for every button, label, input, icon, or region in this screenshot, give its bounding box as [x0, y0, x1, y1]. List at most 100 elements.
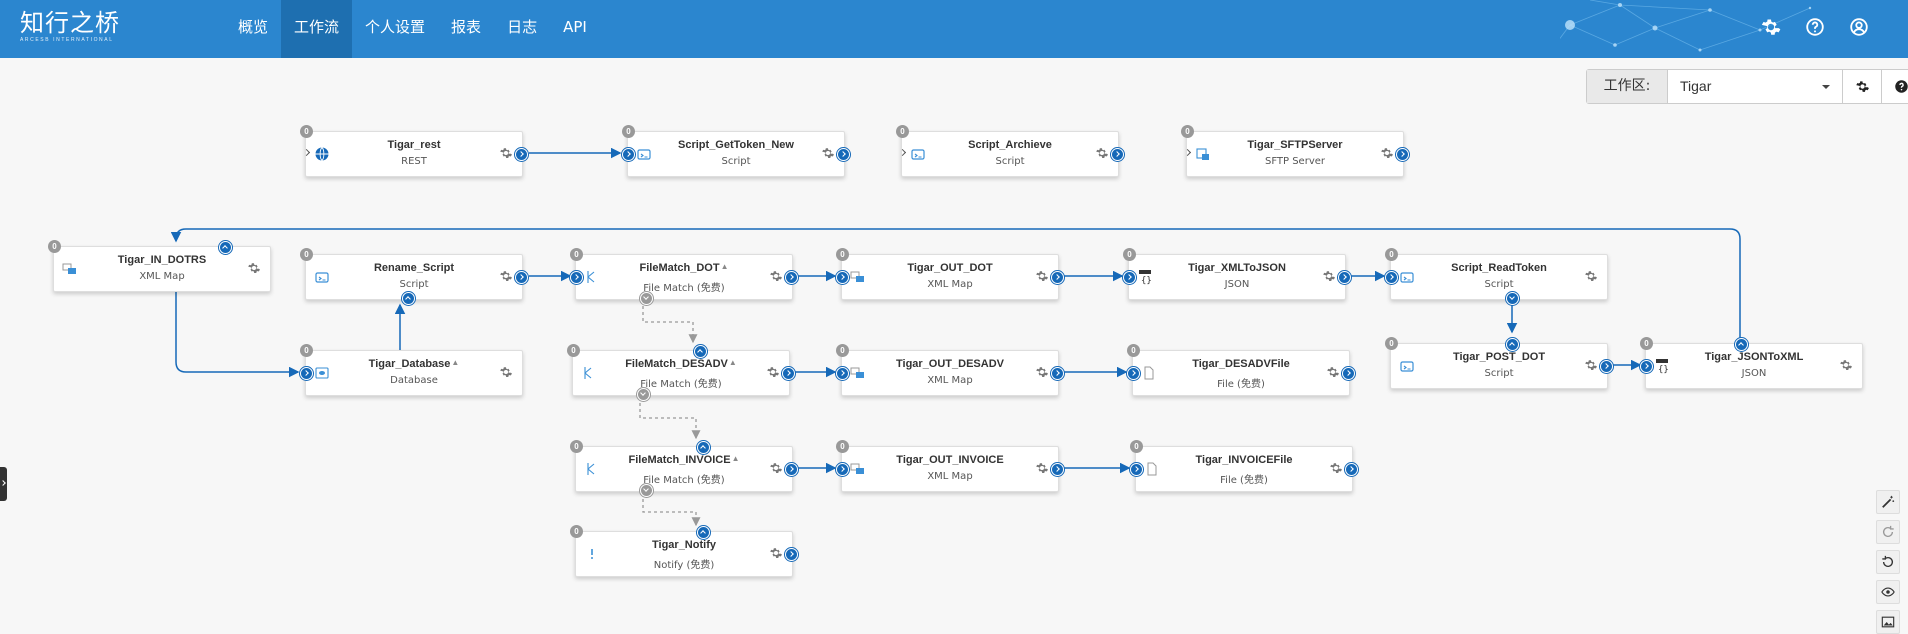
node-name: Rename_Script [326, 262, 502, 274]
eye-icon[interactable] [1876, 580, 1900, 604]
node-name: Tigar_OUT_DESADV [862, 358, 1038, 370]
error-port[interactable] [637, 388, 650, 401]
gear-icon[interactable] [499, 146, 513, 160]
workflow-connections [0, 0, 1908, 625]
node-tigar-rest[interactable]: 0 Tigar_rest REST [305, 131, 523, 177]
input-port[interactable] [1123, 271, 1136, 284]
node-name: Tigar_POST_DOT [1411, 351, 1587, 363]
output-port[interactable] [1396, 148, 1409, 161]
output-port[interactable] [782, 367, 795, 380]
node-script-archieve[interactable]: 0 Script_Archieve Script [901, 131, 1119, 177]
gear-icon[interactable] [769, 546, 783, 560]
node-type: File (免费) [1153, 375, 1329, 390]
node-tigar-post-dot[interactable]: 0 Tigar_POST_DOT Script [1390, 343, 1608, 389]
gear-icon[interactable] [1322, 269, 1336, 283]
node-script-readtoken[interactable]: 0 Script_ReadToken Script [1390, 254, 1608, 300]
output-port[interactable] [785, 271, 798, 284]
sidebar-expand-tab[interactable] [0, 467, 7, 501]
output-port[interactable] [1338, 271, 1351, 284]
output-port[interactable] [1342, 367, 1355, 380]
gear-icon[interactable] [1095, 146, 1109, 160]
gear-icon[interactable] [1380, 146, 1394, 160]
input-port-bottom[interactable] [402, 292, 415, 305]
output-port[interactable] [1345, 463, 1358, 476]
input-port[interactable] [836, 271, 849, 284]
gear-icon[interactable] [1329, 461, 1343, 475]
node-rename-script[interactable]: 0 Rename_Script Script [305, 254, 523, 300]
node-tigar-desadvfile[interactable]: 0 Tigar_DESADVFile File (免费) [1132, 350, 1350, 396]
node-count-badge: 0 [896, 125, 909, 138]
node-tigar-notify[interactable]: 0 Tigar_Notify Notify (免费) [575, 531, 793, 577]
gear-icon[interactable] [769, 461, 783, 475]
input-port[interactable] [1640, 360, 1653, 373]
node-tigar-invoicefile[interactable]: 0 Tigar_INVOICEFile File (免费) [1135, 446, 1353, 492]
output-port[interactable] [785, 548, 798, 561]
node-filematch-invoice[interactable]: 0 FileMatch_INVOICE▲ File Match (免费) [575, 446, 793, 492]
gear-icon[interactable] [499, 365, 513, 379]
node-name: Tigar_Notify [596, 539, 772, 551]
output-port[interactable] [1051, 367, 1064, 380]
input-port-top[interactable] [219, 241, 232, 254]
node-tigar-out-dot[interactable]: 0 Tigar_OUT_DOT XML Map [841, 254, 1059, 300]
gear-icon[interactable] [1326, 365, 1340, 379]
input-port[interactable] [1127, 367, 1140, 380]
gear-icon[interactable] [1035, 365, 1049, 379]
input-port-top[interactable] [697, 441, 710, 454]
gear-icon[interactable] [499, 269, 513, 283]
gear-icon[interactable] [769, 269, 783, 283]
input-port[interactable] [622, 148, 635, 161]
node-filematch-desadv[interactable]: 0 FileMatch_DESADV▲ File Match (免费) [572, 350, 790, 396]
gear-icon[interactable] [1584, 358, 1598, 372]
gear-icon[interactable] [766, 365, 780, 379]
error-port[interactable] [640, 292, 653, 305]
input-port[interactable] [300, 367, 313, 380]
gear-icon[interactable] [1035, 269, 1049, 283]
output-port-top[interactable] [1735, 338, 1748, 351]
gear-icon[interactable] [821, 146, 835, 160]
input-port[interactable] [836, 463, 849, 476]
error-port[interactable] [640, 484, 653, 497]
node-tigar-sftpserver[interactable]: 0 Tigar_SFTPServer SFTP Server [1186, 131, 1404, 177]
node-name: Tigar_rest [326, 139, 502, 151]
node-name: FileMatch_INVOICE▲ [596, 454, 772, 466]
node-type: Script [326, 279, 502, 290]
undo-icon[interactable] [1876, 550, 1900, 574]
node-type: Script [648, 156, 824, 167]
node-tigar-in-dotrs[interactable]: 0 Tigar_IN_DOTRS XML Map [53, 246, 271, 292]
output-port[interactable] [1600, 360, 1613, 373]
output-port[interactable] [515, 271, 528, 284]
image-icon[interactable] [1876, 610, 1900, 634]
node-tigar-xmltojson[interactable]: 0 {} Tigar_XMLToJSON JSON [1128, 254, 1346, 300]
output-port[interactable] [837, 148, 850, 161]
gear-icon[interactable] [1839, 358, 1853, 372]
node-script-gettoken-new[interactable]: 0 Script_GetToken_New Script [627, 131, 845, 177]
input-port-top[interactable] [694, 345, 707, 358]
input-port[interactable] [1385, 271, 1398, 284]
output-port[interactable] [785, 463, 798, 476]
gear-icon[interactable] [1584, 269, 1598, 283]
input-port[interactable] [836, 367, 849, 380]
output-port[interactable] [1051, 271, 1064, 284]
input-port-top[interactable] [1506, 338, 1519, 351]
node-type: Notify (免费) [596, 556, 772, 571]
node-name: Tigar_XMLToJSON [1149, 262, 1325, 274]
redo-icon[interactable] [1876, 520, 1900, 544]
gear-icon[interactable] [247, 261, 261, 275]
node-tigar-database[interactable]: 0 Tigar_Database▲ Database [305, 350, 523, 396]
node-filematch-dot[interactable]: 0 FileMatch_DOT▲ File Match (免费) [575, 254, 793, 300]
output-port[interactable] [515, 148, 528, 161]
node-count-badge: 0 [300, 125, 313, 138]
output-port[interactable] [1111, 148, 1124, 161]
input-port[interactable] [1130, 463, 1143, 476]
node-tigar-out-desadv[interactable]: 0 Tigar_OUT_DESADV XML Map [841, 350, 1059, 396]
gear-icon[interactable] [1035, 461, 1049, 475]
input-port[interactable] [570, 271, 583, 284]
input-port-top[interactable] [697, 526, 710, 539]
node-type: SFTP Server [1207, 156, 1383, 167]
node-type: File Match (免费) [593, 375, 769, 390]
magic-wand-icon[interactable] [1876, 490, 1900, 514]
node-tigar-out-invoice[interactable]: 0 Tigar_OUT_INVOICE XML Map [841, 446, 1059, 492]
node-tigar-jsontoxml[interactable]: 0 {} Tigar_JSONToXML JSON [1645, 343, 1863, 389]
output-port[interactable] [1051, 463, 1064, 476]
output-port-bottom[interactable] [1506, 292, 1519, 305]
